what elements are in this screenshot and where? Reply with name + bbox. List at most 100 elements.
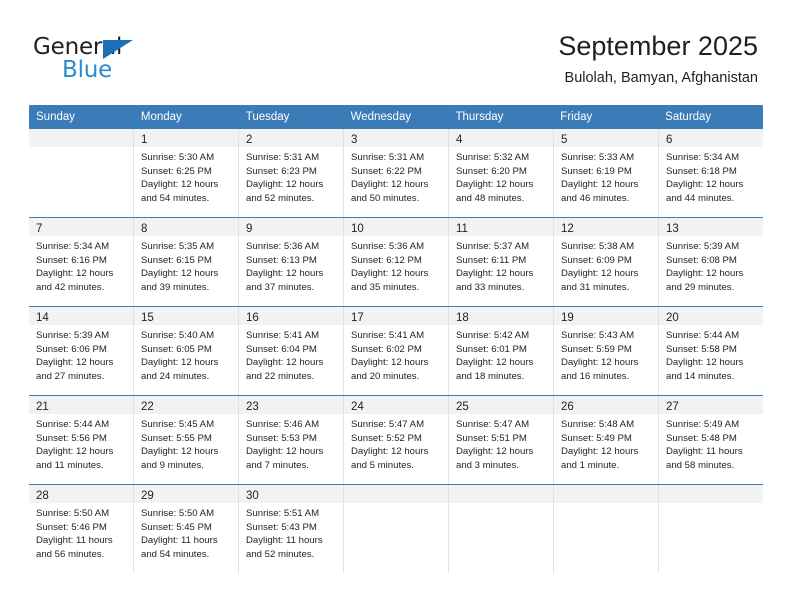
sunset-text: Sunset: 5:43 PM: [246, 521, 317, 533]
sunrise-text: Sunrise: 5:36 AM: [246, 241, 320, 252]
day-number-band: 12: [554, 218, 658, 236]
day-cell[interactable]: 16 Sunrise: 5:41 AM Sunset: 6:04 PM Dayligh…: [239, 307, 344, 395]
day-details: Sunrise: 5:49 AM Sunset: 5:48 PM Daylight:…: [659, 414, 763, 476]
daylight-text-line2: and 56 minutes.: [36, 548, 105, 560]
day-cell[interactable]: 11 Sunrise: 5:37 AM Sunset: 6:11 PM Dayligh…: [449, 218, 554, 306]
day-cell[interactable]: 6 Sunrise: 5:34 AM Sunset: 6:18 PM Daylight…: [659, 129, 763, 217]
day-cell-empty: [449, 485, 554, 573]
sunset-text: Sunset: 6:02 PM: [351, 343, 422, 355]
daylight-text-line1: Daylight: 12 hours: [141, 179, 219, 191]
sunrise-text: Sunrise: 5:31 AM: [246, 152, 320, 163]
day-cell[interactable]: 2 Sunrise: 5:31 AM Sunset: 6:23 PM Daylight…: [239, 129, 344, 217]
sunset-text: Sunset: 5:56 PM: [36, 432, 107, 444]
daylight-text-line2: and 58 minutes.: [666, 459, 735, 471]
sunrise-text: Sunrise: 5:38 AM: [561, 241, 635, 252]
day-cell[interactable]: 25 Sunrise: 5:47 AM Sunset: 5:51 PM Dayligh…: [449, 396, 554, 484]
sunset-text: Sunset: 6:12 PM: [351, 254, 422, 266]
daylight-text-line1: Daylight: 12 hours: [246, 446, 324, 458]
day-number: 8: [141, 223, 148, 235]
day-cell[interactable]: 14 Sunrise: 5:39 AM Sunset: 6:06 PM Dayligh…: [29, 307, 134, 395]
day-cell[interactable]: 15 Sunrise: 5:40 AM Sunset: 6:05 PM Dayligh…: [134, 307, 239, 395]
day-cell[interactable]: 27 Sunrise: 5:49 AM Sunset: 5:48 PM Dayligh…: [659, 396, 763, 484]
sunset-text: Sunset: 6:01 PM: [456, 343, 527, 355]
day-cell[interactable]: 7 Sunrise: 5:34 AM Sunset: 6:16 PM Daylight…: [29, 218, 134, 306]
day-cell[interactable]: 20 Sunrise: 5:44 AM Sunset: 5:58 PM Dayligh…: [659, 307, 763, 395]
day-cell[interactable]: 3 Sunrise: 5:31 AM Sunset: 6:22 PM Daylight…: [344, 129, 449, 217]
sunset-text: Sunset: 5:58 PM: [666, 343, 737, 355]
day-number-band: 21: [29, 396, 133, 414]
daylight-text-line2: and 52 minutes.: [246, 192, 315, 204]
day-cell[interactable]: 23 Sunrise: 5:46 AM Sunset: 5:53 PM Dayligh…: [239, 396, 344, 484]
daylight-text-line1: Daylight: 12 hours: [561, 179, 639, 191]
sunset-text: Sunset: 5:45 PM: [141, 521, 212, 533]
day-number: 16: [246, 312, 259, 324]
sunset-text: Sunset: 5:48 PM: [666, 432, 737, 444]
calendar-week-row: 21 Sunrise: 5:44 AM Sunset: 5:56 PM Dayligh…: [29, 395, 763, 484]
day-number-band: 7: [29, 218, 133, 236]
day-cell[interactable]: 12 Sunrise: 5:38 AM Sunset: 6:09 PM Dayligh…: [554, 218, 659, 306]
day-cell[interactable]: 22 Sunrise: 5:45 AM Sunset: 5:55 PM Dayligh…: [134, 396, 239, 484]
sunrise-text: Sunrise: 5:32 AM: [456, 152, 530, 163]
calendar-week-row: 14 Sunrise: 5:39 AM Sunset: 6:06 PM Dayligh…: [29, 306, 763, 395]
day-cell-empty: [659, 485, 763, 573]
day-cell[interactable]: 29 Sunrise: 5:50 AM Sunset: 5:45 PM Dayligh…: [134, 485, 239, 573]
day-number: 14: [36, 312, 49, 324]
daylight-text-line2: and 39 minutes.: [141, 281, 210, 293]
day-cell[interactable]: 19 Sunrise: 5:43 AM Sunset: 5:59 PM Dayligh…: [554, 307, 659, 395]
day-number: 21: [36, 401, 49, 413]
day-cell[interactable]: 17 Sunrise: 5:41 AM Sunset: 6:02 PM Dayligh…: [344, 307, 449, 395]
sunset-text: Sunset: 6:04 PM: [246, 343, 317, 355]
day-details: Sunrise: 5:45 AM Sunset: 5:55 PM Daylight:…: [134, 414, 238, 476]
sunrise-text: Sunrise: 5:40 AM: [141, 330, 215, 341]
weekday-header-sunday: Sunday: [36, 111, 76, 123]
day-cell[interactable]: 30 Sunrise: 5:51 AM Sunset: 5:43 PM Dayligh…: [239, 485, 344, 573]
day-number: 9: [246, 223, 253, 235]
day-cell[interactable]: 28 Sunrise: 5:50 AM Sunset: 5:46 PM Dayligh…: [29, 485, 134, 573]
daylight-text-line2: and 50 minutes.: [351, 192, 420, 204]
day-number: 5: [561, 134, 568, 146]
sunrise-text: Sunrise: 5:44 AM: [36, 419, 110, 430]
day-number-band: 13: [659, 218, 763, 236]
sunrise-text: Sunrise: 5:42 AM: [456, 330, 530, 341]
day-cell[interactable]: 8 Sunrise: 5:35 AM Sunset: 6:15 PM Daylight…: [134, 218, 239, 306]
sunrise-text: Sunrise: 5:36 AM: [351, 241, 425, 252]
day-cell[interactable]: 10 Sunrise: 5:36 AM Sunset: 6:12 PM Dayligh…: [344, 218, 449, 306]
day-cell[interactable]: 4 Sunrise: 5:32 AM Sunset: 6:20 PM Daylight…: [449, 129, 554, 217]
day-details: Sunrise: 5:51 AM Sunset: 5:43 PM Daylight:…: [239, 503, 343, 565]
day-number-band: [29, 129, 133, 147]
calendar-week-row: 7 Sunrise: 5:34 AM Sunset: 6:16 PM Daylight…: [29, 217, 763, 306]
day-number-band: 4: [449, 129, 553, 147]
sunset-text: Sunset: 5:46 PM: [36, 521, 107, 533]
day-cell[interactable]: 9 Sunrise: 5:36 AM Sunset: 6:13 PM Daylight…: [239, 218, 344, 306]
sunrise-text: Sunrise: 5:37 AM: [456, 241, 530, 252]
day-details: Sunrise: 5:44 AM Sunset: 5:58 PM Daylight:…: [659, 325, 763, 387]
day-number-band: 30: [239, 485, 343, 503]
weekday-header-thursday: Thursday: [455, 111, 504, 123]
sunset-text: Sunset: 6:18 PM: [666, 165, 737, 177]
daylight-text-line2: and 33 minutes.: [456, 281, 525, 293]
day-cell[interactable]: 24 Sunrise: 5:47 AM Sunset: 5:52 PM Dayligh…: [344, 396, 449, 484]
day-cell[interactable]: 13 Sunrise: 5:39 AM Sunset: 6:08 PM Dayligh…: [659, 218, 763, 306]
sunset-text: Sunset: 6:06 PM: [36, 343, 107, 355]
day-number-band: [449, 485, 553, 503]
title-block: September 2025 Bulolah, Bamyan, Afghanis…: [558, 30, 758, 88]
day-details: Sunrise: 5:33 AM Sunset: 6:19 PM Daylight:…: [554, 147, 658, 209]
day-cell[interactable]: 5 Sunrise: 5:33 AM Sunset: 6:19 PM Daylight…: [554, 129, 659, 217]
day-details: Sunrise: 5:47 AM Sunset: 5:51 PM Daylight:…: [449, 414, 553, 476]
sunrise-text: Sunrise: 5:34 AM: [666, 152, 740, 163]
day-number: 24: [351, 401, 364, 413]
day-cell[interactable]: 1 Sunrise: 5:30 AM Sunset: 6:25 PM Daylight…: [134, 129, 239, 217]
sunset-text: Sunset: 6:11 PM: [456, 254, 527, 266]
daylight-text-line1: Daylight: 11 hours: [36, 535, 113, 547]
day-number: 4: [456, 134, 463, 146]
sunset-text: Sunset: 6:22 PM: [351, 165, 422, 177]
day-details: Sunrise: 5:50 AM Sunset: 5:45 PM Daylight:…: [134, 503, 238, 565]
daylight-text-line1: Daylight: 12 hours: [351, 446, 429, 458]
day-cell[interactable]: 26 Sunrise: 5:48 AM Sunset: 5:49 PM Dayligh…: [554, 396, 659, 484]
day-number: 10: [351, 223, 364, 235]
day-details: [344, 503, 448, 511]
sunrise-text: Sunrise: 5:35 AM: [141, 241, 215, 252]
day-cell[interactable]: 18 Sunrise: 5:42 AM Sunset: 6:01 PM Dayligh…: [449, 307, 554, 395]
sunrise-text: Sunrise: 5:49 AM: [666, 419, 740, 430]
day-cell[interactable]: 21 Sunrise: 5:44 AM Sunset: 5:56 PM Dayligh…: [29, 396, 134, 484]
